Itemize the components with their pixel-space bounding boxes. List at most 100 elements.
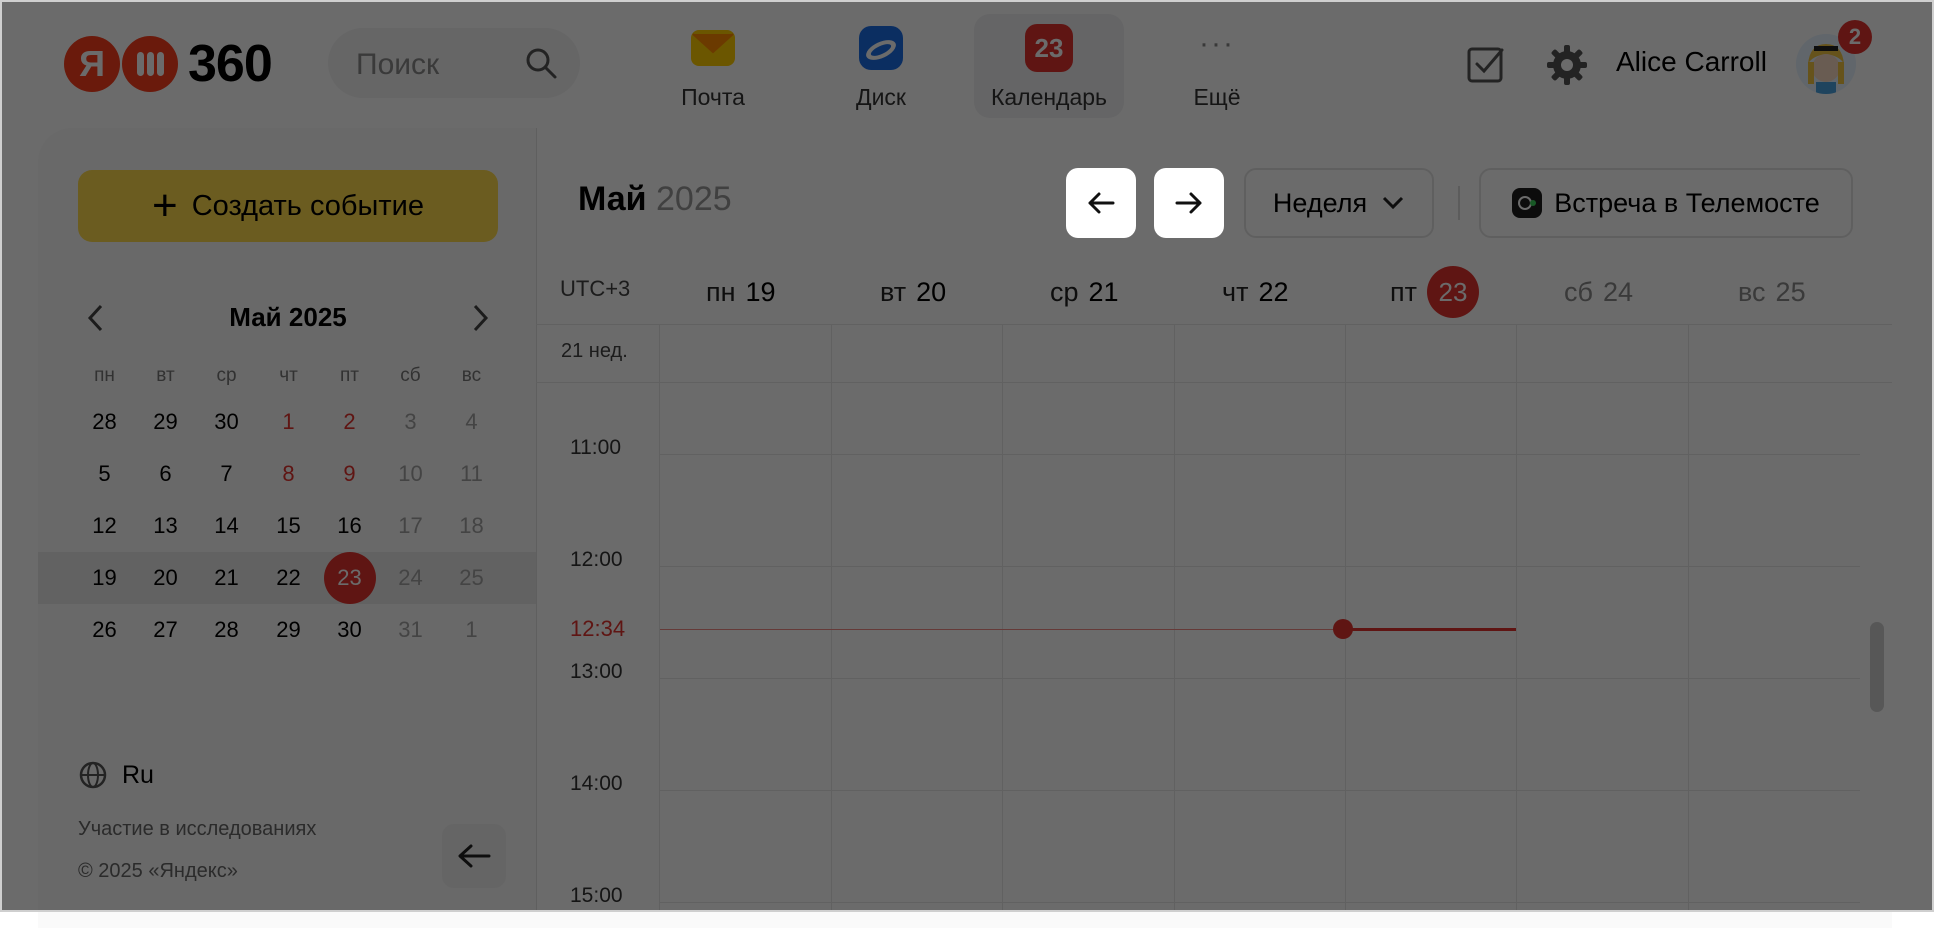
mini-day[interactable]: 4 bbox=[441, 396, 502, 448]
mini-calendar-grid: пн вт ср чт пт сб вс 28 29 30 1 2 3 4 5 … bbox=[38, 356, 568, 656]
settings-gear-icon[interactable] bbox=[1546, 44, 1588, 86]
mini-day[interactable]: 18 bbox=[441, 500, 502, 552]
toolbar-divider bbox=[1458, 186, 1460, 220]
timezone-label[interactable]: UTC+3 bbox=[560, 276, 630, 302]
day-header-mon[interactable]: пн 19 bbox=[706, 272, 776, 312]
mini-day-today[interactable]: 23 bbox=[319, 552, 380, 604]
today-day-number: 23 bbox=[1427, 266, 1479, 318]
mini-day[interactable]: 9 bbox=[319, 448, 380, 500]
mini-day[interactable]: 30 bbox=[196, 396, 257, 448]
mini-day[interactable]: 16 bbox=[319, 500, 380, 552]
mini-week-row: 12 13 14 15 16 17 18 bbox=[74, 500, 504, 552]
grid-line bbox=[660, 566, 1860, 567]
mini-day[interactable]: 14 bbox=[196, 500, 257, 552]
grid-column-line bbox=[1516, 324, 1517, 912]
mini-day[interactable]: 28 bbox=[196, 604, 257, 656]
grid-column-line bbox=[659, 324, 660, 912]
mini-day[interactable]: 26 bbox=[74, 604, 135, 656]
time-label: 11:00 bbox=[570, 436, 621, 459]
prev-week-button[interactable] bbox=[1066, 168, 1136, 238]
collapse-sidebar-button[interactable] bbox=[442, 824, 506, 888]
research-link[interactable]: Участие в исследованиях bbox=[78, 818, 316, 841]
mini-day[interactable]: 20 bbox=[135, 552, 196, 604]
mini-day[interactable]: 25 bbox=[441, 552, 502, 604]
mini-day[interactable]: 21 bbox=[196, 552, 257, 604]
app-disk[interactable]: Диск bbox=[806, 14, 956, 118]
mini-day[interactable]: 24 bbox=[380, 552, 441, 604]
mini-day[interactable]: 29 bbox=[258, 604, 319, 656]
current-time-label: 12:34 bbox=[570, 616, 626, 641]
day-header-tue[interactable]: вт 20 bbox=[880, 272, 946, 312]
search-placeholder: Поиск bbox=[356, 48, 440, 81]
day-number: 21 bbox=[1088, 276, 1119, 307]
calendar-month: Май bbox=[578, 180, 647, 218]
mini-day[interactable]: 6 bbox=[135, 448, 196, 500]
day-number: 19 bbox=[745, 276, 776, 307]
current-time-dot bbox=[1333, 619, 1353, 639]
mini-day[interactable]: 1 bbox=[258, 396, 319, 448]
app-calendar[interactable]: 23 Календарь bbox=[974, 14, 1124, 118]
day-header-wed[interactable]: ср 21 bbox=[1050, 272, 1119, 312]
notification-badge: 2 bbox=[1838, 20, 1872, 54]
day-weekday: чт bbox=[1222, 276, 1249, 307]
grid-column-line bbox=[1002, 324, 1003, 912]
mini-weekday: ср bbox=[216, 365, 237, 386]
mini-day[interactable]: 1 bbox=[441, 604, 502, 656]
mini-day[interactable]: 31 bbox=[380, 604, 441, 656]
app-mail[interactable]: Почта bbox=[638, 14, 788, 118]
create-event-button[interactable]: + Создать событие bbox=[78, 170, 498, 242]
calendar-scrollbar[interactable] bbox=[1870, 622, 1884, 712]
mini-next-month-button[interactable] bbox=[462, 300, 498, 336]
mini-day[interactable]: 15 bbox=[258, 500, 319, 552]
mini-weekday: вт bbox=[156, 365, 175, 386]
mini-day[interactable]: 19 bbox=[74, 552, 135, 604]
calendar-year: 2025 bbox=[656, 180, 732, 218]
time-label: 12:00 bbox=[570, 548, 623, 571]
yandex-360-logo[interactable]: Я 360 bbox=[64, 34, 273, 94]
mini-day[interactable]: 11 bbox=[441, 448, 502, 500]
grid-line bbox=[660, 790, 1860, 791]
app-more[interactable]: ··· Ещё bbox=[1142, 14, 1292, 118]
mini-day[interactable]: 5 bbox=[74, 448, 135, 500]
mini-day[interactable]: 30 bbox=[319, 604, 380, 656]
mini-day[interactable]: 28 bbox=[74, 396, 135, 448]
chevron-down-icon bbox=[1383, 196, 1404, 210]
mini-day[interactable]: 8 bbox=[258, 448, 319, 500]
mini-day[interactable]: 27 bbox=[135, 604, 196, 656]
globe-icon bbox=[79, 761, 107, 789]
day-number: 20 bbox=[916, 276, 947, 307]
mini-day[interactable]: 2 bbox=[319, 396, 380, 448]
mini-today-number: 23 bbox=[323, 552, 376, 604]
arrow-left-icon bbox=[458, 844, 491, 868]
mini-day[interactable]: 3 bbox=[380, 396, 441, 448]
telemost-meeting-button[interactable]: Встреча в Телемосте bbox=[1479, 168, 1853, 238]
mini-day[interactable]: 12 bbox=[74, 500, 135, 552]
day-header-fri-today[interactable]: пт 23 bbox=[1390, 264, 1479, 320]
mini-day[interactable]: 13 bbox=[135, 500, 196, 552]
mini-weekday: вс bbox=[461, 365, 482, 386]
search-input[interactable]: Поиск bbox=[328, 28, 580, 98]
day-weekday: вс bbox=[1738, 276, 1766, 307]
next-week-button[interactable] bbox=[1154, 168, 1224, 238]
telemost-camera-icon bbox=[1512, 188, 1543, 218]
current-time-line bbox=[660, 629, 1343, 630]
mini-day[interactable]: 22 bbox=[258, 552, 319, 604]
search-icon bbox=[526, 48, 557, 79]
day-number: 22 bbox=[1258, 276, 1289, 307]
day-header-sun[interactable]: вс 25 bbox=[1738, 272, 1806, 312]
language-label: Ru bbox=[122, 760, 154, 789]
tasks-checkbox-icon[interactable] bbox=[1466, 44, 1506, 84]
telemost-label: Встреча в Телемосте bbox=[1554, 187, 1820, 218]
mini-day[interactable]: 29 bbox=[135, 396, 196, 448]
create-event-label: Создать событие bbox=[191, 189, 424, 222]
day-header-thu[interactable]: чт 22 bbox=[1222, 272, 1288, 312]
mini-weekday: пт bbox=[340, 365, 359, 386]
view-select-button[interactable]: Неделя bbox=[1244, 168, 1434, 238]
mini-day[interactable]: 7 bbox=[196, 448, 257, 500]
week-number-label: 21 нед. bbox=[561, 340, 628, 362]
day-header-sat[interactable]: сб 24 bbox=[1564, 272, 1633, 312]
mini-day[interactable]: 17 bbox=[380, 500, 441, 552]
mini-day[interactable]: 10 bbox=[380, 448, 441, 500]
user-name[interactable]: Alice Carroll bbox=[1616, 46, 1767, 78]
language-switcher[interactable]: Ru bbox=[78, 760, 154, 790]
